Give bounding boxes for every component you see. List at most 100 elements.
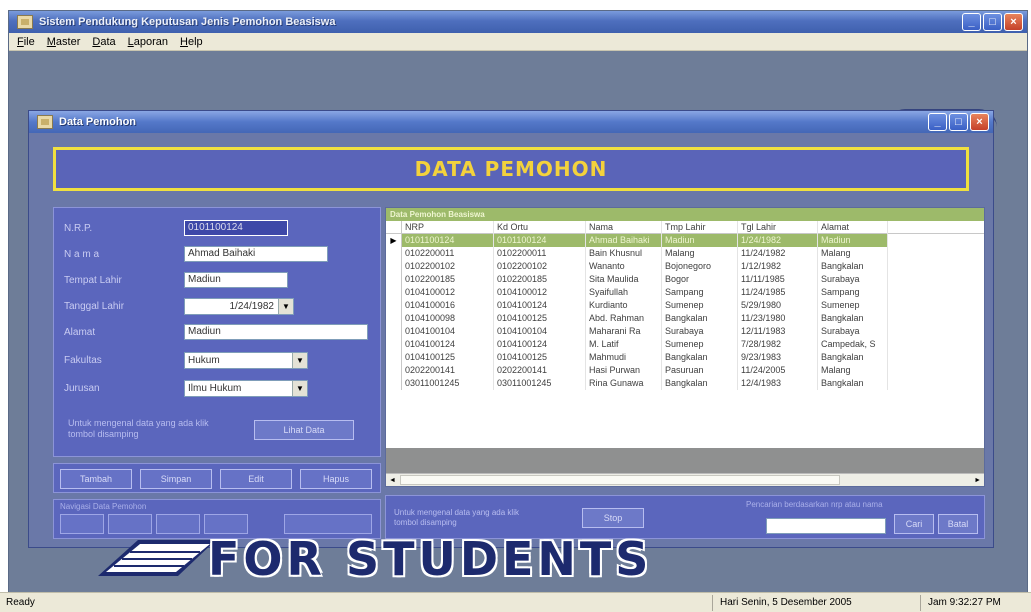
first-record-button[interactable]	[60, 514, 104, 534]
table-row[interactable]: ▶ 0101100124 0101100124 Ahmad Baihaki Madiun…	[386, 234, 984, 247]
row-selector[interactable]	[386, 325, 402, 338]
row-selector[interactable]	[386, 273, 402, 286]
table-cell[interactable]: 12/11/1983	[738, 325, 818, 338]
table-cell[interactable]: 0104100125	[494, 351, 586, 364]
table-row[interactable]: 0104100125 0104100125 Mahmudi Bangkalan 9/23…	[386, 351, 984, 364]
row-selector[interactable]	[386, 351, 402, 364]
table-cell[interactable]: Bangkalan	[662, 312, 738, 325]
table-cell[interactable]: 03011001245	[494, 377, 586, 390]
horizontal-scrollbar[interactable]: ◄ ►	[386, 473, 984, 486]
table-cell[interactable]: 9/23/1983	[738, 351, 818, 364]
table-cell[interactable]: Bangkalan	[818, 377, 888, 390]
table-cell[interactable]: 0101100124	[402, 234, 494, 247]
jurusan-select[interactable]: Ilmu Hukum ▼	[184, 380, 308, 397]
row-selector[interactable]	[386, 299, 402, 312]
table-cell[interactable]: Campedak, S	[818, 338, 888, 351]
table-cell[interactable]: Kurdianto	[586, 299, 662, 312]
table-cell[interactable]: 0104100125	[494, 312, 586, 325]
menu-help[interactable]: Help	[180, 36, 203, 48]
edit-button[interactable]: Edit	[220, 469, 292, 489]
table-cell[interactable]: Wananto	[586, 260, 662, 273]
tempat-lahir-field[interactable]: Madiun	[184, 272, 288, 288]
table-row[interactable]: 0102200102 0102200102 Wananto Bojonegoro 1/1…	[386, 260, 984, 273]
table-cell[interactable]: 11/24/2005	[738, 364, 818, 377]
row-selector[interactable]	[386, 260, 402, 273]
table-cell[interactable]: Mahmudi	[586, 351, 662, 364]
table-cell[interactable]: Surabaya	[818, 273, 888, 286]
prev-record-button[interactable]	[108, 514, 152, 534]
table-cell[interactable]: 0102200185	[402, 273, 494, 286]
row-selector[interactable]	[386, 247, 402, 260]
maximize-button[interactable]: □	[983, 13, 1002, 31]
column-header[interactable]: Tmp Lahir	[662, 221, 738, 234]
table-cell[interactable]: 0104100124	[494, 299, 586, 312]
table-row[interactable]: 03011001245 03011001245 Rina Gunawa Bangkal…	[386, 377, 984, 390]
table-cell[interactable]: Pasuruan	[662, 364, 738, 377]
keluar-button[interactable]	[284, 514, 372, 534]
fakultas-select[interactable]: Hukum ▼	[184, 352, 308, 369]
table-cell[interactable]: 03011001245	[402, 377, 494, 390]
table-cell[interactable]: 1/24/1982	[738, 234, 818, 247]
table-cell[interactable]: 0102200185	[494, 273, 586, 286]
table-cell[interactable]: Ahmad Baihaki	[586, 234, 662, 247]
column-header[interactable]: Nama	[586, 221, 662, 234]
table-cell[interactable]: Sampang	[662, 286, 738, 299]
table-cell[interactable]: Sumenep	[662, 338, 738, 351]
chevron-down-icon[interactable]: ▼	[278, 299, 293, 314]
column-header[interactable]: Alamat	[818, 221, 888, 234]
table-cell[interactable]: Surabaya	[818, 325, 888, 338]
simpan-button[interactable]: Simpan	[140, 469, 212, 489]
table-cell[interactable]: Maharani Ra	[586, 325, 662, 338]
table-cell[interactable]: 0104100098	[402, 312, 494, 325]
column-header[interactable]: Tgl Lahir	[738, 221, 818, 234]
table-cell[interactable]: Rina Gunawa	[586, 377, 662, 390]
table-cell[interactable]: M. Latif	[586, 338, 662, 351]
table-cell[interactable]: Bangkalan	[662, 377, 738, 390]
table-cell[interactable]: Malang	[662, 247, 738, 260]
table-row[interactable]: 0102200185 0102200185 Sita Maulida Bogor 11/…	[386, 273, 984, 286]
menu-data[interactable]: Data	[92, 36, 115, 48]
row-selector[interactable]	[386, 338, 402, 351]
dialog-close-button[interactable]: ×	[970, 113, 989, 131]
hapus-button[interactable]: Hapus	[300, 469, 372, 489]
grid-body[interactable]: NRP Kd Ortu Nama Tmp Lahir Tgl Lahir Alamat ▶…	[386, 221, 984, 476]
alamat-field[interactable]: Madiun	[184, 324, 368, 340]
table-cell[interactable]: Bain Khusnul	[586, 247, 662, 260]
table-cell[interactable]: 7/28/1982	[738, 338, 818, 351]
table-cell[interactable]: Malang	[818, 364, 888, 377]
table-cell[interactable]: 12/4/1983	[738, 377, 818, 390]
table-cell[interactable]: 0104100016	[402, 299, 494, 312]
table-cell[interactable]: 5/29/1980	[738, 299, 818, 312]
table-row[interactable]: 0104100098 0104100125 Abd. Rahman Bangkalan…	[386, 312, 984, 325]
batal-button[interactable]: Batal	[938, 514, 978, 534]
table-cell[interactable]: 0104100012	[402, 286, 494, 299]
table-cell[interactable]: 0104100012	[494, 286, 586, 299]
row-selector[interactable]	[386, 377, 402, 390]
dialog-maximize-button[interactable]: □	[949, 113, 968, 131]
row-selector[interactable]	[386, 364, 402, 377]
table-row[interactable]: 0104100104 0104100104 Maharani Ra Surabaya 1…	[386, 325, 984, 338]
menu-file[interactable]: File	[17, 36, 35, 48]
table-cell[interactable]: 0104100104	[494, 325, 586, 338]
table-cell[interactable]: 0102200102	[402, 260, 494, 273]
table-cell[interactable]: Bangkalan	[818, 312, 888, 325]
table-cell[interactable]: 0104100124	[494, 338, 586, 351]
table-cell[interactable]: Madiun	[662, 234, 738, 247]
stop-button[interactable]: Stop	[582, 508, 644, 528]
table-cell[interactable]: Bangkalan	[662, 351, 738, 364]
table-cell[interactable]: 0101100124	[494, 234, 586, 247]
column-header[interactable]: Kd Ortu	[494, 221, 586, 234]
tambah-button[interactable]: Tambah	[60, 469, 132, 489]
table-cell[interactable]: 0104100124	[402, 338, 494, 351]
table-cell[interactable]: Sita Maulida	[586, 273, 662, 286]
table-cell[interactable]: Sumenep	[662, 299, 738, 312]
table-cell[interactable]: 0104100125	[402, 351, 494, 364]
table-row[interactable]: 0202200141 0202200141 Hasi Purwan Pasuruan 1…	[386, 364, 984, 377]
lihat-data-button[interactable]: Lihat Data	[254, 420, 354, 440]
table-cell[interactable]: Surabaya	[662, 325, 738, 338]
table-cell[interactable]: 11/11/1985	[738, 273, 818, 286]
table-cell[interactable]: 0104100104	[402, 325, 494, 338]
minimize-button[interactable]: _	[962, 13, 981, 31]
table-cell[interactable]: Hasi Purwan	[586, 364, 662, 377]
table-cell[interactable]: Bojonegoro	[662, 260, 738, 273]
